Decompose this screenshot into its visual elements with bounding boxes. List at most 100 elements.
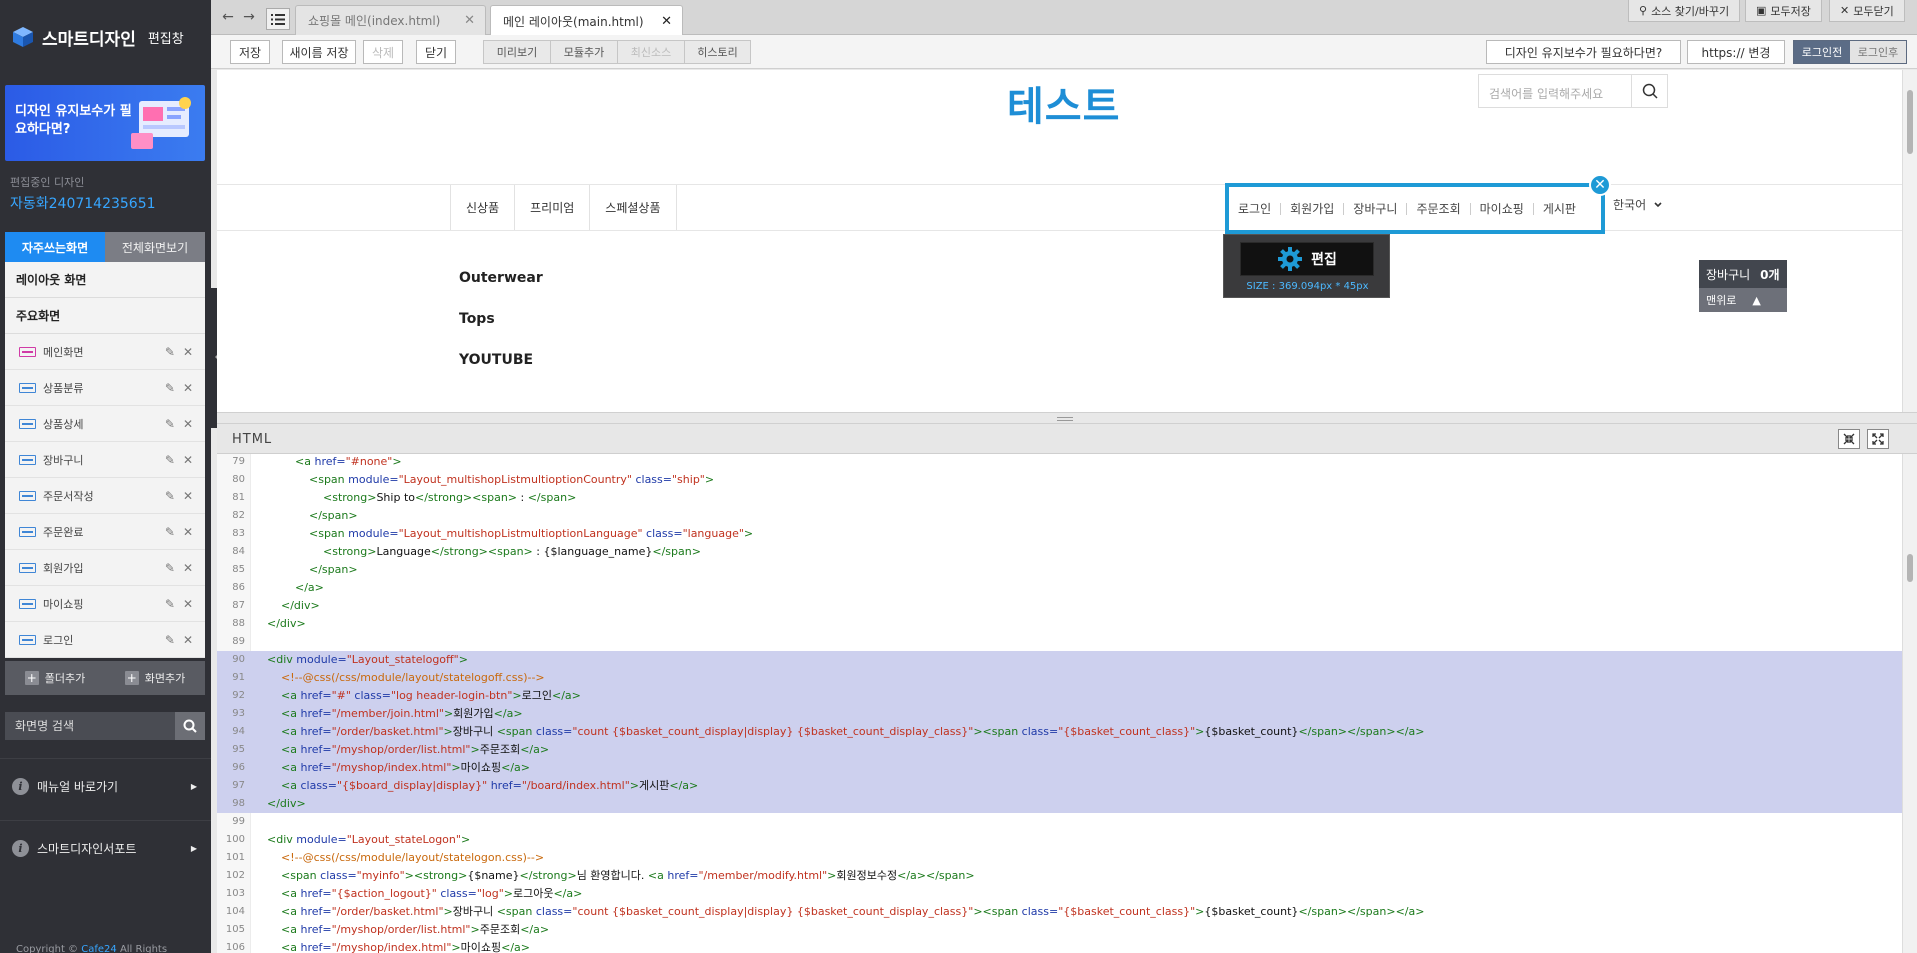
code-line[interactable]: 99 bbox=[217, 813, 1902, 831]
order-list-link[interactable]: 주문조회 bbox=[1407, 202, 1471, 215]
maintenance-button[interactable]: 디자인 유지보수가 필요하다면? bbox=[1486, 40, 1681, 64]
join-link[interactable]: 회원가입 bbox=[1281, 202, 1345, 215]
to-top-button[interactable]: 맨위로 ▲ bbox=[1699, 288, 1787, 312]
scrollbar-thumb[interactable] bbox=[1907, 90, 1913, 154]
category-premium[interactable]: 프리미엄 bbox=[515, 185, 591, 230]
history-button[interactable]: 히스토리 bbox=[685, 41, 750, 63]
save-as-button[interactable]: 새이름 저장 bbox=[282, 40, 356, 64]
sidebar-page-item[interactable]: 회원가입 ✎ ✕ bbox=[5, 550, 205, 586]
code-line[interactable]: 102 <span class="myinfo"><strong>{$name}<… bbox=[217, 867, 1902, 885]
pencil-icon[interactable]: ✎ bbox=[165, 381, 175, 395]
code-line[interactable]: 92 <a href="#" class="log header-login-bt… bbox=[217, 687, 1902, 705]
scrollbar-thumb[interactable] bbox=[1907, 554, 1913, 582]
code-line[interactable]: 104 <a href="/order/basket.html">장바구니 <sp… bbox=[217, 903, 1902, 921]
pencil-icon[interactable]: ✎ bbox=[165, 633, 175, 647]
category-special[interactable]: 스페셜상품 bbox=[590, 185, 677, 230]
tab-index-html[interactable]: 쇼핑몰 메인(index.html) ✕ bbox=[295, 5, 486, 35]
code-line[interactable]: 86 </a> bbox=[217, 579, 1902, 597]
side-category-tops[interactable]: Tops bbox=[459, 311, 495, 327]
close-icon[interactable]: ✕ bbox=[183, 489, 193, 503]
tab-all-screens[interactable]: 전체화면보기 bbox=[105, 232, 205, 262]
editor-scrollbar[interactable] bbox=[1902, 454, 1917, 953]
quick-cart-button[interactable]: 장바구니 0개 bbox=[1699, 260, 1787, 288]
basket-link[interactable]: 장바구니 bbox=[1344, 202, 1408, 215]
preview-scrollbar[interactable] bbox=[1902, 70, 1917, 412]
code-line[interactable]: 93 <a href="/member/join.html">회원가입</a> bbox=[217, 705, 1902, 723]
code-line[interactable]: 95 <a href="/myshop/order/list.html">주문조회… bbox=[217, 741, 1902, 759]
tab-list-button[interactable] bbox=[266, 8, 290, 30]
site-logo[interactable]: 테스트 bbox=[1007, 74, 1120, 132]
after-login-toggle[interactable]: 로그인후 bbox=[1850, 41, 1906, 63]
pencil-icon[interactable]: ✎ bbox=[165, 489, 175, 503]
sidebar-page-item[interactable]: 주문서작성 ✎ ✕ bbox=[5, 478, 205, 514]
sidebar-page-item[interactable]: 마이쇼핑 ✎ ✕ bbox=[5, 586, 205, 622]
https-change-button[interactable]: https:// 변경 bbox=[1687, 40, 1785, 64]
code-line[interactable]: 87 </div> bbox=[217, 597, 1902, 615]
screen-search-input[interactable] bbox=[5, 712, 175, 740]
code-line[interactable]: 85 </span> bbox=[217, 561, 1902, 579]
close-icon[interactable]: ✕ bbox=[464, 13, 475, 28]
code-line[interactable]: 81 <strong>Ship to</strong><span> : </spa… bbox=[217, 489, 1902, 507]
sidebar-page-item[interactable]: 장바구니 ✎ ✕ bbox=[5, 442, 205, 478]
sidebar-page-item[interactable]: 상품상세 ✎ ✕ bbox=[5, 406, 205, 442]
code-line[interactable]: 91 <!--@css(/css/module/layout/statelogof… bbox=[217, 669, 1902, 687]
add-folder-button[interactable]: + 폴더추가 bbox=[5, 661, 105, 695]
find-replace-button[interactable]: ⚲ 소스 찾기/바꾸기 bbox=[1628, 0, 1741, 22]
sidebar-page-item[interactable]: 메인화면 ✎ ✕ bbox=[5, 334, 205, 370]
section-layout-screens[interactable]: 레이아웃 화면 bbox=[5, 262, 205, 298]
pencil-icon[interactable]: ✎ bbox=[165, 345, 175, 359]
pencil-icon[interactable]: ✎ bbox=[165, 597, 175, 611]
support-link[interactable]: i 스마트디자인서포트 ▶ bbox=[0, 820, 211, 876]
code-line[interactable]: 90 <div module="Layout_statelogoff"> bbox=[217, 651, 1902, 669]
site-search-input[interactable]: 검색어를 입력해주세요 bbox=[1479, 75, 1631, 107]
code-line[interactable]: 106 <a href="/myshop/index.html">마이쇼핑</a> bbox=[217, 939, 1902, 953]
sidebar-page-item[interactable]: 상품분류 ✎ ✕ bbox=[5, 370, 205, 406]
save-button[interactable]: 저장 bbox=[230, 40, 270, 64]
close-icon[interactable]: ✕ bbox=[183, 525, 193, 539]
back-arrow-icon[interactable]: ← bbox=[219, 8, 237, 26]
language-select[interactable]: 한국어 bbox=[1613, 196, 1662, 213]
code-line[interactable]: 94 <a href="/order/basket.html">장바구니 <spa… bbox=[217, 723, 1902, 741]
screen-search-button[interactable] bbox=[175, 712, 205, 740]
copyright-brand-link[interactable]: Cafe24 bbox=[81, 944, 117, 953]
tab-frequent-screens[interactable]: 자주쓰는화면 bbox=[5, 232, 105, 262]
latest-source-button[interactable]: 최신소스 bbox=[618, 41, 685, 63]
code-line[interactable]: 96 <a href="/myshop/index.html">마이쇼핑</a> bbox=[217, 759, 1902, 777]
manual-shortcut-link[interactable]: i 매뉴얼 바로가기 ▶ bbox=[0, 758, 211, 814]
delete-button[interactable]: 삭제 bbox=[363, 40, 403, 64]
collapse-editor-button[interactable] bbox=[1838, 429, 1860, 449]
code-editor[interactable]: 79 <a href="#none"> 80 <span module="Layout… bbox=[217, 454, 1902, 953]
close-icon[interactable]: ✕ bbox=[183, 417, 193, 431]
code-line[interactable]: 97 <a class="{$board_display|display}" hr… bbox=[217, 777, 1902, 795]
code-line[interactable]: 88 </div> bbox=[217, 615, 1902, 633]
pane-splitter[interactable] bbox=[217, 412, 1917, 424]
code-line[interactable]: 98 </div> bbox=[217, 795, 1902, 813]
code-line[interactable]: 79 <a href="#none"> bbox=[217, 454, 1902, 471]
board-link[interactable]: 게시판 bbox=[1534, 203, 1585, 215]
myshop-link[interactable]: 마이쇼핑 bbox=[1471, 202, 1534, 215]
sidebar-page-item[interactable]: 로그인 ✎ ✕ bbox=[5, 622, 205, 658]
code-line[interactable]: 82 </span> bbox=[217, 507, 1902, 525]
close-icon[interactable]: ✕ bbox=[661, 14, 672, 29]
before-login-toggle[interactable]: 로그인전 bbox=[1794, 41, 1850, 63]
close-all-button[interactable]: ✕ 모두닫기 bbox=[1829, 0, 1905, 22]
add-module-button[interactable]: 모듈추가 bbox=[551, 41, 618, 63]
expand-editor-button[interactable] bbox=[1867, 429, 1889, 449]
pencil-icon[interactable]: ✎ bbox=[165, 525, 175, 539]
side-category-outerwear[interactable]: Outerwear bbox=[459, 270, 543, 286]
save-all-button[interactable]: ▣ 모두저장 bbox=[1745, 0, 1822, 22]
side-category-youtube[interactable]: YOUTUBE bbox=[459, 352, 533, 368]
close-icon[interactable]: ✕ bbox=[183, 453, 193, 467]
category-new[interactable]: 신상품 bbox=[450, 185, 516, 230]
state-logoff-module[interactable]: 로그인 회원가입 장바구니 주문조회 마이쇼핑 게시판 bbox=[1225, 183, 1605, 234]
code-line[interactable]: 89 bbox=[217, 633, 1902, 651]
close-icon[interactable]: ✕ bbox=[1589, 174, 1611, 196]
code-line[interactable]: 101 <!--@css(/css/module/layout/statelogo… bbox=[217, 849, 1902, 867]
section-main-screens[interactable]: 주요화면 bbox=[5, 298, 205, 334]
forward-arrow-icon[interactable]: → bbox=[240, 8, 258, 26]
pencil-icon[interactable]: ✎ bbox=[165, 453, 175, 467]
close-icon[interactable]: ✕ bbox=[183, 633, 193, 647]
close-icon[interactable]: ✕ bbox=[183, 597, 193, 611]
code-line[interactable]: 80 <span module="Layout_multishopListmult… bbox=[217, 471, 1902, 489]
edit-module-button[interactable]: 편집 bbox=[1240, 242, 1374, 276]
